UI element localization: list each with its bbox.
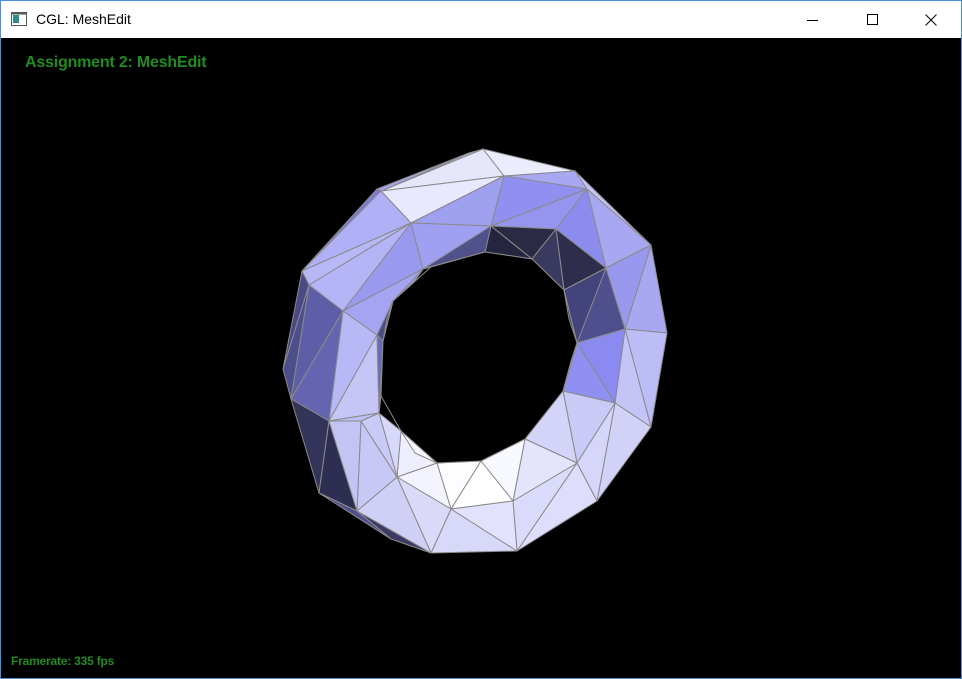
close-icon xyxy=(925,14,937,26)
window-title: CGL: MeshEdit xyxy=(36,11,131,27)
title-bar[interactable]: CGL: MeshEdit xyxy=(1,1,961,38)
app-window: CGL: MeshEdit Assignment 2: MeshEdit Fra… xyxy=(0,0,962,679)
maximize-icon xyxy=(867,14,878,25)
framerate-readout: Framerate: 335 fps xyxy=(11,654,115,668)
close-button[interactable] xyxy=(908,1,954,38)
minimize-button[interactable] xyxy=(790,1,836,38)
torus-mesh[interactable] xyxy=(1,38,961,678)
render-viewport[interactable]: Assignment 2: MeshEdit Framerate: 335 fp… xyxy=(1,38,961,678)
maximize-button[interactable] xyxy=(850,1,896,38)
app-window-icon xyxy=(11,12,27,26)
minimize-icon xyxy=(807,20,818,21)
